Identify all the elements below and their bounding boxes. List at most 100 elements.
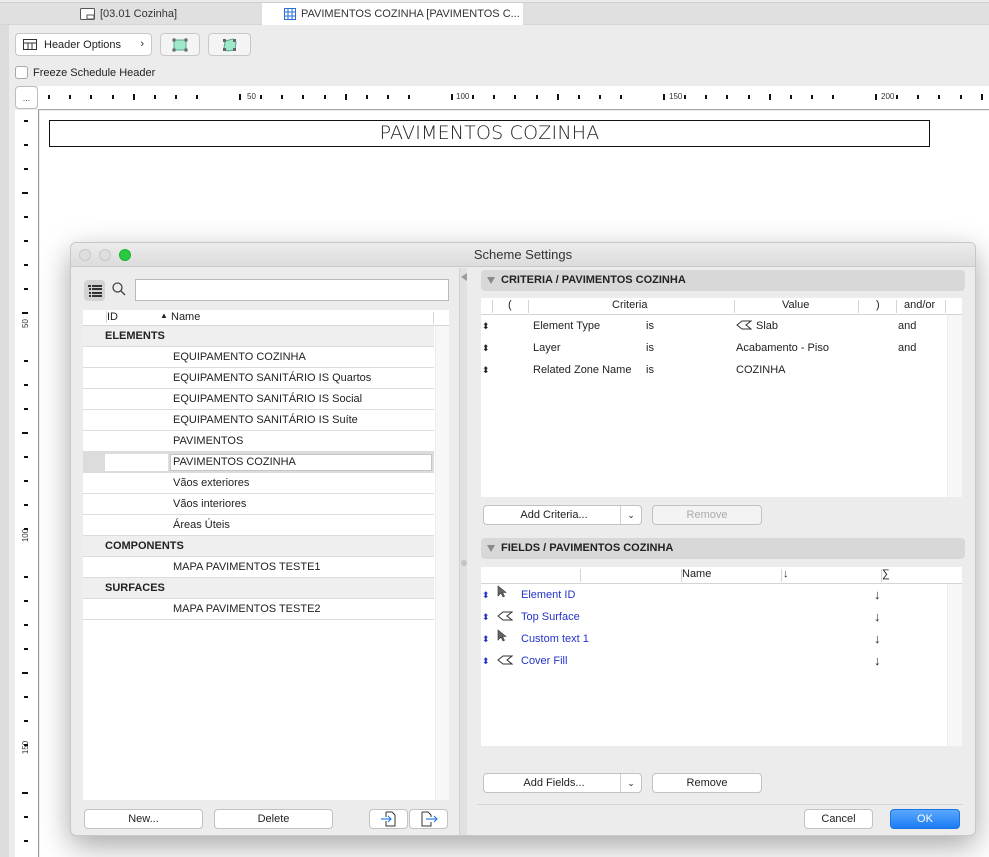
list-item[interactable]: EQUIPAMENTO SANITÁRIO IS Social	[83, 389, 434, 410]
reorder-handle-icon[interactable]: ⬍	[482, 584, 490, 606]
criteria-section-header[interactable]: CRITERIA / PAVIMENTOS COZINHA	[481, 270, 965, 291]
field-row[interactable]: ⬍ Custom text 1 ↓	[481, 628, 962, 650]
column-header-name[interactable]: Name	[171, 311, 200, 323]
criteria-name[interactable]: Related Zone Name	[533, 359, 631, 381]
export-button[interactable]	[409, 809, 448, 829]
list-item-name: EQUIPAMENTO COZINHA	[173, 351, 306, 363]
sort-arrow-icon[interactable]: ↓	[874, 584, 881, 606]
list-group-header[interactable]: ELEMENTS	[83, 326, 434, 347]
add-criteria-dropdown[interactable]: Add Criteria... ⌄	[483, 505, 642, 525]
fields-rows: ⬍ Element ID ↓ ⬍ Top Surface ↓ ⬍ Custom text 1 ↓…	[481, 584, 962, 672]
reorder-handle-icon[interactable]: ⬍	[482, 337, 490, 359]
horizontal-ruler: 50 100 150 200	[38, 86, 989, 110]
tab-schedule[interactable]: PAVIMENTOS COZINHA [PAVIMENTOS C...	[262, 3, 523, 25]
delete-scheme-button[interactable]: Delete	[214, 809, 333, 829]
ruler-tick	[302, 95, 305, 99]
criteria-rows: ⬍ Element Type is Slab and ⬍ Layer is Acabamento…	[481, 315, 962, 381]
slab-icon	[736, 316, 753, 338]
cancel-button[interactable]: Cancel	[804, 809, 873, 829]
sort-arrow-icon[interactable]: ↓	[874, 606, 881, 628]
import-button[interactable]	[369, 809, 408, 829]
list-item[interactable]: EQUIPAMENTO SANITÁRIO IS Quartos	[83, 368, 434, 389]
field-name[interactable]: Cover Fill	[521, 650, 567, 672]
list-group-header[interactable]: SURFACES	[83, 578, 434, 599]
schedule-grid-icon	[284, 8, 296, 20]
zoom-button[interactable]	[119, 249, 131, 261]
criteria-operator[interactable]: is	[646, 315, 654, 337]
ruler-tick	[22, 312, 28, 314]
list-item[interactable]: Vãos exteriores	[83, 473, 434, 494]
dialog-titlebar[interactable]: Scheme Settings	[71, 243, 975, 267]
chevron-down-icon[interactable]: ⌄	[620, 774, 641, 792]
list-item[interactable]: MAPA PAVIMENTOS TESTE1	[83, 557, 434, 578]
new-scheme-button[interactable]: New...	[84, 809, 203, 829]
ruler-options-button[interactable]: ...	[15, 86, 38, 109]
field-name[interactable]: Custom text 1	[521, 628, 589, 650]
reorder-handle-icon[interactable]: ⬍	[482, 650, 490, 672]
view-mode-button[interactable]	[84, 280, 105, 301]
pane-splitter[interactable]	[459, 268, 467, 835]
field-row[interactable]: ⬍ Cover Fill ↓	[481, 650, 962, 672]
criteria-row[interactable]: ⬍ Related Zone Name is COZINHA	[481, 359, 962, 381]
ok-button[interactable]: OK	[890, 809, 960, 829]
cell-select-icon	[172, 38, 188, 51]
list-item[interactable]: EQUIPAMENTO SANITÁRIO IS Suíte	[83, 410, 434, 431]
column-name: Name	[682, 568, 712, 580]
criteria-operator[interactable]: is	[646, 337, 654, 359]
fields-scrollbar[interactable]	[947, 584, 962, 746]
field-name[interactable]: Element ID	[521, 584, 575, 606]
header-options-button[interactable]: Header Options ›	[15, 33, 152, 56]
criteria-row[interactable]: ⬍ Element Type is Slab and	[481, 315, 962, 337]
criteria-row[interactable]: ⬍ Layer is Acabamento - Piso and	[481, 337, 962, 359]
list-group-header[interactable]: COMPONENTS	[83, 536, 434, 557]
criteria-value[interactable]: Slab	[756, 315, 778, 337]
tab-layout[interactable]: [03.01 Cozinha]	[80, 3, 177, 25]
freeze-header-checkbox[interactable]	[15, 66, 28, 79]
list-item[interactable]: MAPA PAVIMENTOS TESTE2	[83, 599, 434, 620]
list-item[interactable]: PAVIMENTOS COZINHA	[83, 452, 434, 473]
close-button[interactable]	[79, 249, 91, 261]
schedule-title[interactable]: PAVIMENTOS COZINHA	[49, 120, 930, 147]
field-row[interactable]: ⬍ Element ID ↓	[481, 584, 962, 606]
list-scrollbar[interactable]	[435, 326, 449, 800]
select-cell-button[interactable]	[160, 33, 200, 56]
search-input[interactable]	[135, 279, 449, 301]
splitter-handle[interactable]	[461, 560, 467, 566]
sort-arrow-icon[interactable]: ↓	[874, 650, 881, 672]
field-row[interactable]: ⬍ Top Surface ↓	[481, 606, 962, 628]
chevron-down-icon[interactable]: ⌄	[620, 506, 641, 524]
select-element-button[interactable]	[208, 33, 251, 56]
criteria-name[interactable]: Layer	[533, 337, 561, 359]
list-item[interactable]: PAVIMENTOS	[83, 431, 434, 452]
criteria-name[interactable]: Element Type	[533, 315, 600, 337]
fields-section-header[interactable]: FIELDS / PAVIMENTOS COZINHA	[481, 538, 965, 559]
remove-fields-button[interactable]: Remove	[652, 773, 762, 793]
criteria-operator[interactable]: is	[646, 359, 654, 381]
freeze-header-checkbox-row[interactable]: Freeze Schedule Header	[15, 66, 155, 79]
criteria-value[interactable]: COZINHA	[736, 359, 786, 381]
column-header-id[interactable]: ID	[106, 311, 118, 323]
criteria-scrollbar[interactable]	[947, 315, 962, 497]
ruler-tick	[24, 240, 28, 242]
sort-arrow-icon[interactable]: ↓	[874, 628, 881, 650]
add-fields-dropdown[interactable]: Add Fields... ⌄	[483, 773, 642, 793]
list-item[interactable]: EQUIPAMENTO COZINHA	[83, 347, 434, 368]
reorder-handle-icon[interactable]: ⬍	[482, 628, 490, 650]
remove-criteria-button[interactable]: Remove	[652, 505, 762, 525]
ruler-tick	[514, 95, 517, 99]
criteria-and-or[interactable]: and	[898, 315, 916, 337]
criteria-table: ( Criteria Value ) and/or ⬍ Element Type i…	[481, 298, 962, 497]
field-name[interactable]: Top Surface	[521, 606, 580, 628]
minimize-button[interactable]	[99, 249, 111, 261]
ruler-tick	[24, 288, 28, 290]
id-field[interactable]	[105, 454, 168, 471]
collapse-left-icon[interactable]	[461, 273, 467, 281]
list-item[interactable]: Vãos interiores	[83, 494, 434, 515]
ruler-tick	[24, 720, 28, 722]
criteria-and-or[interactable]: and	[898, 337, 916, 359]
reorder-handle-icon[interactable]: ⬍	[482, 359, 490, 381]
criteria-value[interactable]: Acabamento - Piso	[736, 337, 829, 359]
reorder-handle-icon[interactable]: ⬍	[482, 606, 490, 628]
reorder-handle-icon[interactable]: ⬍	[482, 315, 490, 337]
list-item[interactable]: Áreas Úteis	[83, 515, 434, 536]
